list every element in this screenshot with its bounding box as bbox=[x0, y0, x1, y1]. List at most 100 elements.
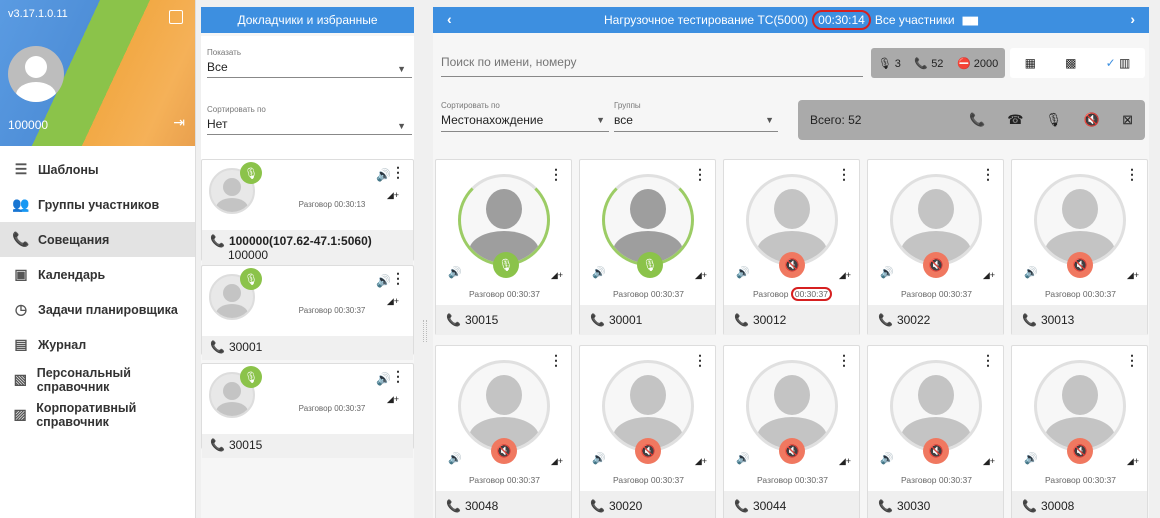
participant-tile[interactable]: ⋮ 🔇 🔊 ◢+ Разговор 00:30:37 📞 30008 bbox=[1011, 345, 1148, 518]
speaker-icon[interactable]: 🔊 bbox=[592, 452, 606, 465]
favorite-card[interactable]: 🎙 🔊 ⋮ ◢+ Разговор 00:30:37 📞 30015 bbox=[201, 363, 414, 458]
participant-info: 📞 30020 bbox=[580, 491, 715, 518]
mic-on-icon[interactable]: 🎙 bbox=[493, 252, 519, 278]
speaker-icon[interactable]: 🔊 bbox=[376, 168, 391, 182]
participant-tile[interactable]: ⋮ 🔇 🔊 ◢+ Разговор 00:30:37 📞 30022 bbox=[867, 159, 1004, 335]
participant-tile[interactable]: ⋮ 🔇 🔊 ◢+ Разговор 00:30:37 📞 30044 bbox=[723, 345, 860, 518]
favorite-status: Разговор 00:30:37 bbox=[298, 404, 366, 413]
mic-muted-icon[interactable]: 🔇 bbox=[491, 438, 517, 464]
participant-tile[interactable]: ⋮ 🔇 🔊 ◢+ Разговор 00:30:37 📞 30013 bbox=[1011, 159, 1148, 335]
grid-small-view-button[interactable]: ▦ bbox=[1025, 56, 1036, 70]
more-options-icon[interactable]: ⋮ bbox=[981, 166, 995, 183]
back-arrow-icon[interactable]: ‹ bbox=[447, 11, 452, 27]
more-options-icon[interactable]: ⋮ bbox=[693, 166, 707, 183]
more-options-icon[interactable]: ⋮ bbox=[391, 368, 405, 385]
mic-muted-icon[interactable]: 🔇 bbox=[779, 252, 805, 278]
logout-icon[interactable]: ⇥ bbox=[173, 114, 185, 131]
grid-medium-view-button[interactable]: ▩ bbox=[1065, 56, 1076, 70]
stat-limit: ⛔ 2000 bbox=[957, 57, 998, 70]
remove-all-button[interactable]: ⊠ bbox=[1122, 112, 1133, 128]
mic-on-icon[interactable]: 🎙 bbox=[637, 252, 663, 278]
speaker-icon[interactable]: 🔊 bbox=[1024, 266, 1038, 279]
speaker-icon[interactable]: 🔊 bbox=[1024, 452, 1038, 465]
sort-by-select[interactable]: Сортировать по Местонахождение ▼ bbox=[441, 101, 609, 132]
speaker-icon[interactable]: 🔊 bbox=[448, 452, 462, 465]
mic-all-button[interactable]: 🎙 bbox=[1045, 112, 1062, 128]
speaker-icon[interactable]: 🔊 bbox=[592, 266, 606, 279]
favorite-status: Разговор 00:30:13 bbox=[298, 200, 366, 209]
speaker-icon[interactable]: 🔊 bbox=[736, 266, 750, 279]
more-options-icon[interactable]: ⋮ bbox=[549, 352, 563, 369]
sidebar-item-2[interactable]: 📞 Совещания bbox=[0, 222, 195, 257]
more-options-icon[interactable]: ⋮ bbox=[981, 352, 995, 369]
participant-tile[interactable]: ⋮ 🔇 🔊 ◢+ Разговор 00:30:37 📞 30030 bbox=[867, 345, 1004, 518]
sidebar-item-6[interactable]: ▧ Персональный справочник bbox=[0, 362, 195, 397]
more-options-icon[interactable]: ⋮ bbox=[1125, 166, 1139, 183]
sidebar-item-label: Календарь bbox=[38, 267, 106, 282]
sidebar-item-3[interactable]: ▣ Календарь bbox=[0, 257, 195, 292]
more-options-icon[interactable]: ⋮ bbox=[391, 164, 405, 181]
participant-tile[interactable]: ⋮ 🎙 🔊 ◢+ Разговор 00:30:37 📞 30001 bbox=[579, 159, 716, 335]
corporate-book-icon: ▨ bbox=[13, 406, 27, 422]
mic-muted-icon[interactable]: 🔇 bbox=[1067, 252, 1093, 278]
groups-select[interactable]: Группы все ▼ bbox=[614, 101, 778, 132]
sidebar-item-5[interactable]: ▤ Журнал bbox=[0, 327, 195, 362]
favorite-name: 100000(107.62-47.1:5060) bbox=[228, 234, 372, 248]
sort-select[interactable]: Сортировать по Нет ▼ bbox=[207, 105, 412, 135]
favorite-card[interactable]: 🎙 🔊 ⋮ ◢+ Разговор 00:30:13 📞 100000(107.62-47.… bbox=[201, 159, 414, 268]
show-label: Показать bbox=[207, 48, 242, 57]
panel-resize-handle[interactable] bbox=[423, 320, 427, 342]
mic-muted-icon[interactable]: 🔇 bbox=[779, 438, 805, 464]
participants-filter-label[interactable]: Все участники bbox=[875, 13, 955, 27]
speaker-icon[interactable]: 🔊 bbox=[376, 274, 391, 288]
favorite-card[interactable]: 🎙 🔊 ⋮ ◢+ Разговор 00:30:37 📞 30001 bbox=[201, 265, 414, 360]
list-icon: ☰ bbox=[14, 161, 28, 177]
participant-status: Разговор 00:30:37 bbox=[469, 289, 540, 299]
sidebar-item-label: Корпоративный справочник bbox=[36, 400, 137, 429]
layout-grid-icon[interactable]: ▆▆ bbox=[963, 15, 978, 26]
call-all-button[interactable]: 📞 bbox=[969, 112, 985, 128]
mute-all-button[interactable]: 🔇 bbox=[1084, 112, 1100, 128]
sidebar-item-4[interactable]: ◷ Задачи планировщика bbox=[0, 292, 195, 327]
more-options-icon[interactable]: ⋮ bbox=[837, 352, 851, 369]
conference-title: Нагрузочное тестирование ТС(5000) bbox=[604, 13, 809, 27]
more-options-icon[interactable]: ⋮ bbox=[549, 166, 563, 183]
participant-tile[interactable]: ⋮ 🔇 🔊 ◢+ Разговор 00:30:37 📞 30048 bbox=[435, 345, 572, 518]
speaker-icon[interactable]: 🔊 bbox=[376, 372, 391, 386]
mic-on-icon[interactable]: 🎙 bbox=[240, 366, 262, 388]
signal-icon: ◢+ bbox=[694, 270, 707, 280]
participant-info: 📞 30015 bbox=[436, 305, 571, 335]
mic-muted-icon[interactable]: 🔇 bbox=[923, 438, 949, 464]
sidebar-item-1[interactable]: 👥 Группы участников bbox=[0, 187, 195, 222]
participant-tile[interactable]: ⋮ 🔇 🔊 ◢+ Разговор 00:30:37 📞 30020 bbox=[579, 345, 716, 518]
participant-tile[interactable]: ⋮ 🔇 🔊 ◢+ Разговор 00:30:37 📞 30012 bbox=[723, 159, 860, 335]
show-select[interactable]: Показать Все ▼ bbox=[207, 48, 412, 78]
mic-muted-icon[interactable]: 🔇 bbox=[1067, 438, 1093, 464]
mic-on-icon[interactable]: 🎙 bbox=[240, 162, 262, 184]
sort-by-value: Местонахождение bbox=[441, 113, 544, 127]
search-input[interactable] bbox=[441, 47, 863, 69]
forward-arrow-icon[interactable]: › bbox=[1130, 11, 1135, 27]
hangup-all-button[interactable]: ☎ bbox=[1007, 112, 1023, 128]
user-avatar[interactable] bbox=[8, 46, 64, 102]
mic-muted-icon[interactable]: 🔇 bbox=[923, 252, 949, 278]
nav-menu: ☰ Шаблоны 👥 Группы участников 📞 Совещания ▣ Кал… bbox=[0, 152, 195, 432]
more-options-icon[interactable]: ⋮ bbox=[391, 270, 405, 287]
sort-value: Нет bbox=[207, 117, 412, 135]
more-options-icon[interactable]: ⋮ bbox=[693, 352, 707, 369]
sidebar-item-0[interactable]: ☰ Шаблоны bbox=[0, 152, 195, 187]
more-options-icon[interactable]: ⋮ bbox=[837, 166, 851, 183]
mic-on-icon[interactable]: 🎙 bbox=[240, 268, 262, 290]
speaker-icon[interactable]: 🔊 bbox=[880, 266, 894, 279]
speaker-icon[interactable]: 🔊 bbox=[880, 452, 894, 465]
more-options-icon[interactable]: ⋮ bbox=[1125, 352, 1139, 369]
sidebar-item-label: Группы участников bbox=[38, 197, 160, 212]
speaker-icon[interactable]: 🔊 bbox=[736, 452, 750, 465]
sidebar-item-7[interactable]: ▨ Корпоративный справочник bbox=[0, 397, 195, 432]
profile-settings-icon[interactable] bbox=[169, 10, 183, 24]
speaker-icon[interactable]: 🔊 bbox=[448, 266, 462, 279]
participant-tile[interactable]: ⋮ 🎙 🔊 ◢+ Разговор 00:30:37 📞 30015 bbox=[435, 159, 572, 335]
mic-muted-icon[interactable]: 🔇 bbox=[635, 438, 661, 464]
grid-large-view-button[interactable]: ✓ ▥ bbox=[1106, 56, 1131, 70]
favorite-name: 30015 bbox=[228, 438, 263, 452]
